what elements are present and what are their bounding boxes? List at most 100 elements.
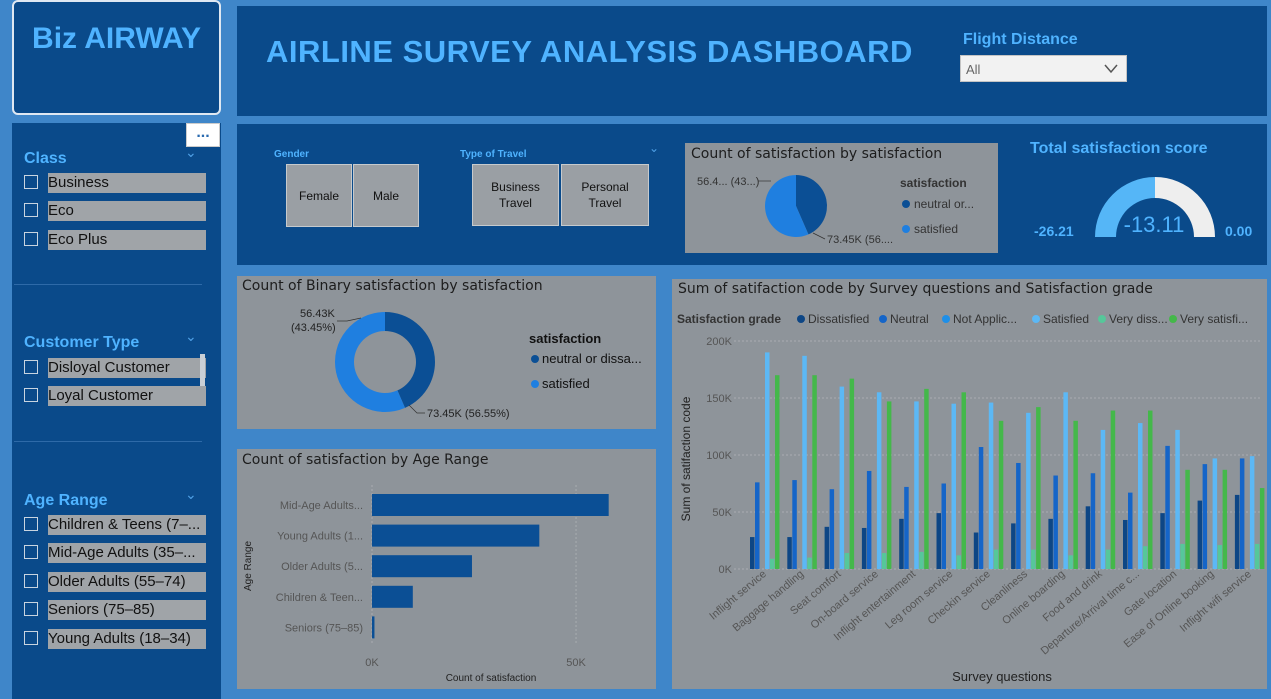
- column-bar: [861, 527, 867, 569]
- flight-distance-label: Flight Distance: [963, 31, 1078, 48]
- brand-card: Biz AIRWAY: [12, 0, 221, 115]
- checkbox-icon[interactable]: [24, 388, 38, 402]
- legend-marker: [902, 200, 910, 208]
- legend-label: Very satisfi...: [1180, 312, 1248, 326]
- age-range-bar-card: Count of satisfaction by Age Range 0K 50K…: [237, 449, 656, 689]
- legend-title: satisfaction: [900, 176, 967, 190]
- data-label: 56.4... (43...): [697, 176, 759, 188]
- class-slicer-title: Class: [24, 150, 67, 167]
- legend-label: neutral or...: [914, 197, 974, 211]
- column-bar: [1026, 412, 1031, 569]
- slicer-item-eco-plus[interactable]: Eco Plus: [24, 230, 206, 250]
- x-tick-label: 50K: [566, 657, 586, 669]
- y-axis-title: Sum of satifaction code: [679, 396, 693, 521]
- column-bar: [844, 553, 850, 569]
- slicer-item-age-range[interactable]: Mid-Age Adults (35–...: [24, 543, 206, 563]
- slicer-item-eco[interactable]: Eco: [24, 201, 206, 221]
- chevron-down-icon[interactable]: ⌄: [185, 328, 197, 345]
- satisfaction-pie-chart: 56.4... (43...) 73.45K (56.... satisfactio…: [697, 175, 974, 246]
- checkbox-icon[interactable]: [24, 545, 38, 559]
- column-bar: [770, 558, 775, 569]
- y-tick-label: 100K: [706, 450, 732, 462]
- column-bar: [1011, 523, 1016, 569]
- chevron-down-icon: [1104, 64, 1118, 74]
- column-bar: [1048, 518, 1053, 569]
- checkbox-icon[interactable]: [24, 602, 38, 616]
- column-bar: [998, 420, 1004, 569]
- column-bar: [899, 518, 904, 569]
- column-bar: [1143, 546, 1148, 569]
- column-bar: [973, 532, 979, 569]
- female-button[interactable]: Female: [286, 164, 352, 227]
- data-label: 73.45K (56....: [827, 234, 893, 246]
- chevron-down-icon[interactable]: ⌄: [185, 144, 197, 161]
- slicer-item-business[interactable]: Business: [24, 173, 206, 193]
- checkbox-icon[interactable]: [24, 203, 38, 217]
- column-bar: [1239, 458, 1245, 569]
- column-bar: [881, 553, 887, 569]
- scrollbar[interactable]: [200, 354, 205, 386]
- y-tick-label: 50K: [712, 507, 732, 519]
- checkbox-icon[interactable]: [24, 175, 38, 189]
- slicer-item-disloyal-customer[interactable]: Disloyal Customer: [24, 358, 206, 378]
- slicer-item-age-range[interactable]: Young Adults (18–34): [24, 629, 206, 649]
- male-button[interactable]: Male: [353, 164, 419, 227]
- y-tick-label: Mid-Age Adults...: [280, 500, 363, 512]
- kpi-min: -26.21: [1034, 223, 1074, 239]
- column-bar: [936, 513, 941, 569]
- slicer-item-label: Disloyal Customer: [48, 358, 206, 378]
- data-label: 56.43K: [300, 308, 336, 320]
- x-tick-label: Leg room service: [883, 568, 955, 631]
- column-bar: [1068, 555, 1073, 569]
- checkbox-icon[interactable]: [24, 360, 38, 374]
- column-bar: [839, 386, 845, 569]
- sidebar: ... Class ⌄ Business Eco Eco Plus Custom…: [12, 123, 221, 699]
- slicer-item-label: Eco: [48, 201, 206, 221]
- binary-satisfaction-donut-card: Count of Binary satisfaction by satisfac…: [237, 276, 656, 429]
- checkbox-icon[interactable]: [24, 631, 38, 645]
- leader-line: [408, 404, 425, 414]
- slicer-item-label: Seniors (75–85): [48, 600, 206, 620]
- bar: [372, 524, 540, 547]
- slicer-item-age-range[interactable]: Older Adults (55–74): [24, 572, 206, 592]
- slicer-item-age-range[interactable]: Seniors (75–85): [24, 600, 206, 620]
- column-bar: [1090, 473, 1096, 569]
- x-axis-title: Count of satisfaction: [446, 673, 537, 684]
- legend-marker: [1169, 315, 1177, 323]
- data-label: 73.45K (56.55%): [427, 408, 510, 420]
- y-tick-label: Young Adults (1...: [277, 531, 363, 543]
- slicer-item-loyal-customer[interactable]: Loyal Customer: [24, 386, 206, 406]
- x-axis-title: Survey questions: [952, 669, 1052, 684]
- slicer-item-label: Older Adults (55–74): [48, 572, 206, 592]
- column-bar: [849, 378, 855, 569]
- slicer-item-label: Children & Teens (7–...: [48, 515, 206, 535]
- checkbox-icon[interactable]: [24, 232, 38, 246]
- column-bar: [824, 526, 830, 569]
- personal-travel-button[interactable]: Personal Travel: [561, 164, 649, 226]
- column-bar: [1234, 494, 1240, 569]
- column-bar: [807, 557, 812, 569]
- legend-label: satisfied: [914, 222, 958, 236]
- column-bar: [1036, 407, 1041, 569]
- survey-questions-chart-card: Sum of satifaction code by Survey questi…: [672, 279, 1267, 689]
- slicer-item-age-range[interactable]: Children & Teens (7–...: [24, 515, 206, 535]
- column-bar: [1212, 458, 1218, 569]
- column-bar: [1053, 475, 1058, 569]
- flight-distance-dropdown[interactable]: All: [960, 55, 1127, 82]
- divider: [14, 284, 202, 285]
- slicer-item-label: Business: [48, 173, 206, 193]
- x-tick-label: Online boarding: [1000, 568, 1067, 627]
- business-travel-button[interactable]: Business Travel: [472, 164, 559, 226]
- column-bar: [1128, 492, 1133, 569]
- slicer-item-label: Loyal Customer: [48, 386, 206, 406]
- column-bar: [1073, 420, 1078, 569]
- column-bar: [812, 375, 817, 569]
- chevron-down-icon[interactable]: ⌄: [185, 486, 197, 503]
- checkbox-icon[interactable]: [24, 574, 38, 588]
- column-bar: [765, 352, 770, 569]
- chevron-down-icon[interactable]: ⌄: [649, 141, 659, 155]
- x-tick-label: 0K: [365, 657, 379, 669]
- column-bar: [792, 480, 797, 569]
- column-bar: [802, 355, 807, 569]
- checkbox-icon[interactable]: [24, 517, 38, 531]
